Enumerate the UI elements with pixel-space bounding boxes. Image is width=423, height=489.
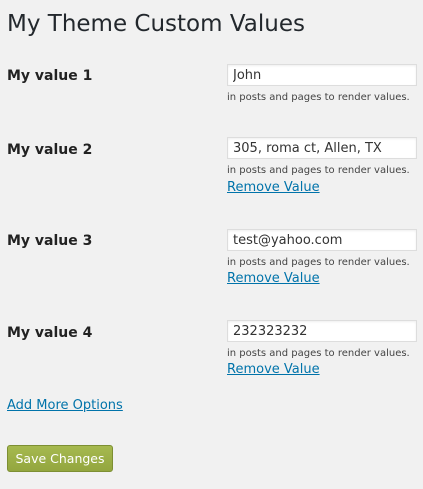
value-description-1: in posts and pages to render values. (227, 92, 410, 103)
value-input-3[interactable] (227, 229, 417, 251)
value-input-4[interactable] (227, 320, 417, 342)
add-more-options-link[interactable]: Add More Options (7, 397, 123, 415)
remove-value-link-2[interactable]: Remove Value (227, 179, 320, 197)
value-label-1: My value 1 (7, 68, 93, 84)
value-description-2: in posts and pages to render values. (227, 165, 410, 176)
value-input-1[interactable] (227, 64, 417, 86)
page-title: My Theme Custom Values (7, 11, 305, 37)
remove-value-link-3[interactable]: Remove Value (227, 270, 320, 288)
value-input-2[interactable] (227, 137, 417, 159)
value-label-4: My value 4 (7, 325, 93, 341)
value-label-3: My value 3 (7, 233, 93, 249)
value-label-2: My value 2 (7, 142, 93, 158)
save-changes-button[interactable]: Save Changes (7, 445, 113, 472)
remove-value-link-4[interactable]: Remove Value (227, 361, 320, 379)
value-description-3: in posts and pages to render values. (227, 257, 410, 268)
value-description-4: in posts and pages to render values. (227, 348, 410, 359)
